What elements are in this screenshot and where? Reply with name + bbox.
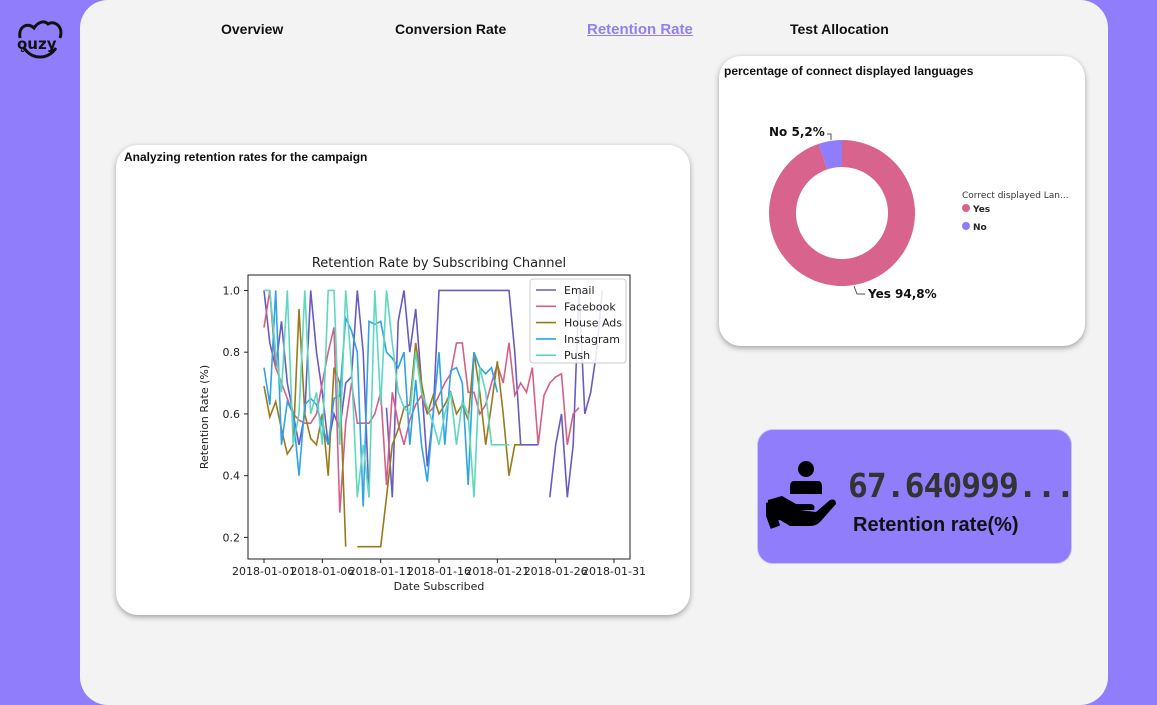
legend-label: Email bbox=[564, 284, 595, 297]
quzy-logo: ǫuzy bbox=[17, 20, 63, 59]
x-tick-label: 2018-01-26 bbox=[524, 565, 588, 578]
language-card: percentage of connect displayed language… bbox=[719, 56, 1085, 346]
legend-label: House Ads bbox=[564, 317, 622, 330]
kpi-value: 67.640999... bbox=[848, 466, 1075, 505]
legend-dot-yes bbox=[962, 204, 970, 212]
y-tick-label: 1.0 bbox=[223, 284, 241, 297]
x-tick-label: 2018-01-01 bbox=[232, 565, 296, 578]
x-tick-label: 2018-01-16 bbox=[407, 565, 471, 578]
x-tick-label: 2018-01-21 bbox=[465, 565, 529, 578]
data-label-yes: Yes 94,8% bbox=[867, 287, 937, 301]
legend-label-no: No bbox=[973, 223, 987, 233]
logo-text: ǫuzy bbox=[17, 35, 57, 53]
tab-overview[interactable]: Overview bbox=[221, 21, 283, 37]
y-tick-label: 0.6 bbox=[223, 408, 241, 421]
y-tick-label: 0.2 bbox=[223, 531, 241, 544]
retention-card: Analyzing retention rates for the campai… bbox=[116, 145, 690, 615]
kpi-label: Retention rate(%) bbox=[853, 514, 1019, 536]
y-axis-label: Retention Rate (%) bbox=[198, 365, 211, 469]
x-tick-label: 2018-01-31 bbox=[582, 565, 646, 578]
y-tick-label: 0.8 bbox=[223, 346, 241, 359]
retention-kpi-card: 67.640999... Retention rate(%) bbox=[757, 429, 1075, 564]
hand-person-icon bbox=[766, 461, 836, 529]
chart-title: Retention Rate by Subscribing Channel bbox=[312, 256, 566, 271]
language-donut-chart: No 5,2% Yes 94,8% Correct displayed Lan...… bbox=[769, 125, 1069, 301]
y-tick-label: 0.4 bbox=[223, 470, 241, 483]
legend-title: Correct displayed Lan... bbox=[962, 191, 1069, 201]
data-label-no: No 5,2% bbox=[769, 125, 825, 139]
legend-dot-no bbox=[962, 222, 970, 230]
retention-line-chart: Retention Rate by Subscribing Channel 0.2… bbox=[198, 256, 646, 593]
tab-conversion-rate[interactable]: Conversion Rate bbox=[395, 21, 506, 37]
x-tick-label: 2018-01-11 bbox=[349, 565, 413, 578]
leader-no bbox=[827, 133, 832, 140]
x-axis-label: Date Subscribed bbox=[394, 580, 485, 593]
tab-retention-rate[interactable]: Retention Rate bbox=[587, 21, 693, 38]
leader-yes bbox=[853, 285, 865, 295]
legend-label: Push bbox=[564, 349, 590, 362]
legend-label-yes: Yes bbox=[972, 205, 990, 215]
legend-label: Facebook bbox=[564, 300, 616, 313]
x-tick-label: 2018-01-06 bbox=[290, 565, 354, 578]
tab-test-allocation[interactable]: Test Allocation bbox=[790, 21, 889, 37]
legend-label: Instagram bbox=[564, 333, 620, 346]
